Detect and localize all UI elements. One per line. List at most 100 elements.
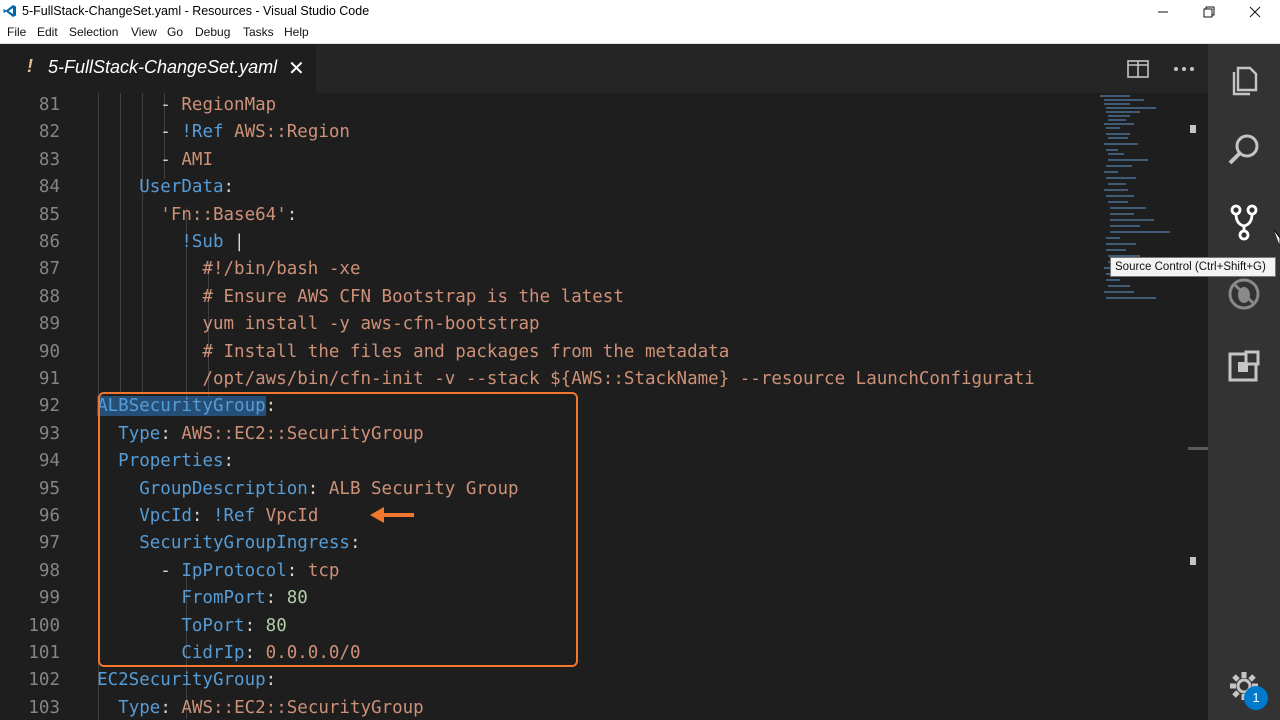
menu-go[interactable]: Go	[167, 25, 183, 39]
title-bar: 5-FullStack-ChangeSet.yaml - Resources -…	[0, 0, 1280, 23]
code-token: /opt/aws/bin/cfn-init -v --stack ${AWS::…	[202, 369, 1035, 389]
line-number: 96	[38, 506, 60, 526]
menu-view[interactable]: View	[131, 25, 157, 39]
line-number: 91	[38, 369, 60, 389]
more-actions-icon[interactable]	[1172, 58, 1196, 80]
code-line[interactable]: 83 - AMI	[0, 147, 1098, 174]
split-editor-icon[interactable]	[1126, 58, 1150, 80]
code-token: :	[265, 670, 277, 691]
code-token: AWS::Region	[234, 122, 350, 143]
code-line[interactable]: 85 'Fn::Base64':	[0, 202, 1098, 229]
code-token: 'Fn::Base64'	[160, 204, 287, 225]
code-text: Type: AWS::EC2::SecurityGroup	[76, 695, 424, 720]
code-line[interactable]: 102 EC2SecurityGroup:	[0, 667, 1098, 694]
menu-tasks[interactable]: Tasks	[243, 25, 274, 39]
line-number: 85	[38, 204, 60, 225]
source-control-tooltip: Source Control (Ctrl+Shift+G)	[1110, 257, 1276, 277]
line-number: 94	[38, 451, 60, 472]
code-line[interactable]: 90 # Install the files and packages from…	[0, 339, 1098, 366]
restore-icon	[1203, 6, 1215, 18]
modified-marker: !	[27, 56, 33, 76]
menu-edit[interactable]: Edit	[37, 25, 58, 39]
code-line[interactable]: 81 - RegionMap	[0, 93, 1098, 119]
minimize-button[interactable]	[1140, 0, 1186, 23]
scroll-marker	[1190, 125, 1196, 133]
line-number: 92	[38, 396, 60, 417]
menu-file[interactable]: File	[7, 25, 26, 39]
line-number: 84	[38, 177, 60, 198]
code-text: - RegionMap	[76, 93, 276, 119]
code-token: # Install the files and packages from th…	[202, 341, 730, 362]
close-icon	[1249, 6, 1261, 18]
line-number: 103	[28, 697, 60, 718]
menu-selection[interactable]: Selection	[69, 25, 118, 39]
code-line[interactable]: 89 yum install -y aws-cfn-bootstrap	[0, 311, 1098, 338]
line-number: 93	[38, 423, 60, 444]
left-arrow-icon	[370, 507, 414, 523]
highlight-box	[98, 392, 578, 667]
code-text: # Install the files and packages from th…	[76, 339, 729, 366]
code-line[interactable]: 91 /opt/aws/bin/cfn-init -v --stack ${AW…	[0, 366, 1098, 393]
editor-tab-bar: ! 5-FullStack-ChangeSet.yaml ✕	[0, 44, 1208, 93]
code-text: - AMI	[76, 147, 213, 174]
minimize-icon	[1158, 11, 1168, 13]
line-number: 97	[38, 533, 60, 554]
restore-button[interactable]	[1186, 0, 1232, 23]
code-token: -	[160, 95, 182, 115]
code-text: 'Fn::Base64':	[76, 202, 297, 229]
code-token: :	[286, 204, 298, 225]
menu-debug[interactable]: Debug	[195, 25, 230, 39]
code-line[interactable]: 87 #!/bin/bash -xe	[0, 256, 1098, 283]
line-number: 101	[28, 643, 60, 663]
debug-icon[interactable]	[1224, 274, 1264, 314]
editor-tab[interactable]: ! 5-FullStack-ChangeSet.yaml ✕	[0, 44, 316, 93]
code-text: /opt/aws/bin/cfn-init -v --stack ${AWS::…	[76, 366, 1035, 393]
code-line[interactable]: 82 - !Ref AWS::Region	[0, 119, 1098, 146]
code-line[interactable]: 86 !Sub |	[0, 229, 1098, 256]
code-token: Type	[118, 697, 161, 718]
code-text: UserData:	[76, 174, 234, 201]
code-text: yum install -y aws-cfn-bootstrap	[76, 311, 540, 338]
code-text: !Sub |	[76, 229, 245, 256]
code-token: AMI	[181, 149, 213, 170]
line-number: 86	[38, 232, 60, 252]
code-token: :	[223, 177, 235, 198]
code-text: - !Ref AWS::Region	[76, 119, 350, 146]
code-token: !Sub	[181, 232, 235, 252]
line-number: 88	[38, 286, 60, 307]
code-token: RegionMap	[181, 95, 277, 115]
scroll-marker	[1190, 557, 1196, 565]
menu-help[interactable]: Help	[284, 25, 309, 39]
tab-label: 5-FullStack-ChangeSet.yaml	[48, 57, 278, 77]
code-line[interactable]: 84 UserData:	[0, 174, 1098, 201]
window-title: 5-FullStack-ChangeSet.yaml - Resources -…	[22, 4, 370, 18]
code-token: yum install -y aws-cfn-bootstrap	[202, 314, 540, 335]
code-token: EC2SecurityGroup	[97, 670, 266, 691]
explorer-icon[interactable]	[1224, 60, 1264, 100]
line-number: 89	[38, 314, 60, 335]
notification-badge: 1	[1244, 686, 1268, 710]
minimap[interactable]	[1098, 93, 1188, 720]
minimap-preview	[1100, 95, 1170, 299]
line-number: 100	[28, 615, 60, 636]
search-icon[interactable]	[1224, 130, 1264, 170]
line-number: 82	[38, 122, 60, 143]
menu-bar: File Edit Selection View Go Debug Tasks …	[0, 23, 1280, 44]
tab-close-icon[interactable]: ✕	[288, 56, 305, 80]
code-line[interactable]: 88 # Ensure AWS CFN Bootstrap is the lat…	[0, 284, 1098, 311]
close-window-button[interactable]	[1232, 0, 1278, 23]
extensions-icon[interactable]	[1224, 346, 1264, 386]
code-line[interactable]: 103 Type: AWS::EC2::SecurityGroup	[0, 695, 1098, 720]
vscode-logo-icon	[3, 5, 16, 17]
activity-bar	[1208, 44, 1280, 720]
scroll-position-marker	[1188, 447, 1208, 450]
code-token: |	[234, 232, 245, 252]
line-number: 81	[38, 95, 60, 115]
line-number: 83	[38, 149, 60, 170]
code-token: !Ref	[181, 122, 235, 143]
code-token: #!/bin/bash -xe	[202, 259, 361, 280]
line-number: 95	[38, 478, 60, 499]
line-number: 98	[38, 560, 60, 581]
editor-scrollbar[interactable]	[1188, 93, 1208, 720]
source-control-icon[interactable]	[1224, 202, 1264, 242]
